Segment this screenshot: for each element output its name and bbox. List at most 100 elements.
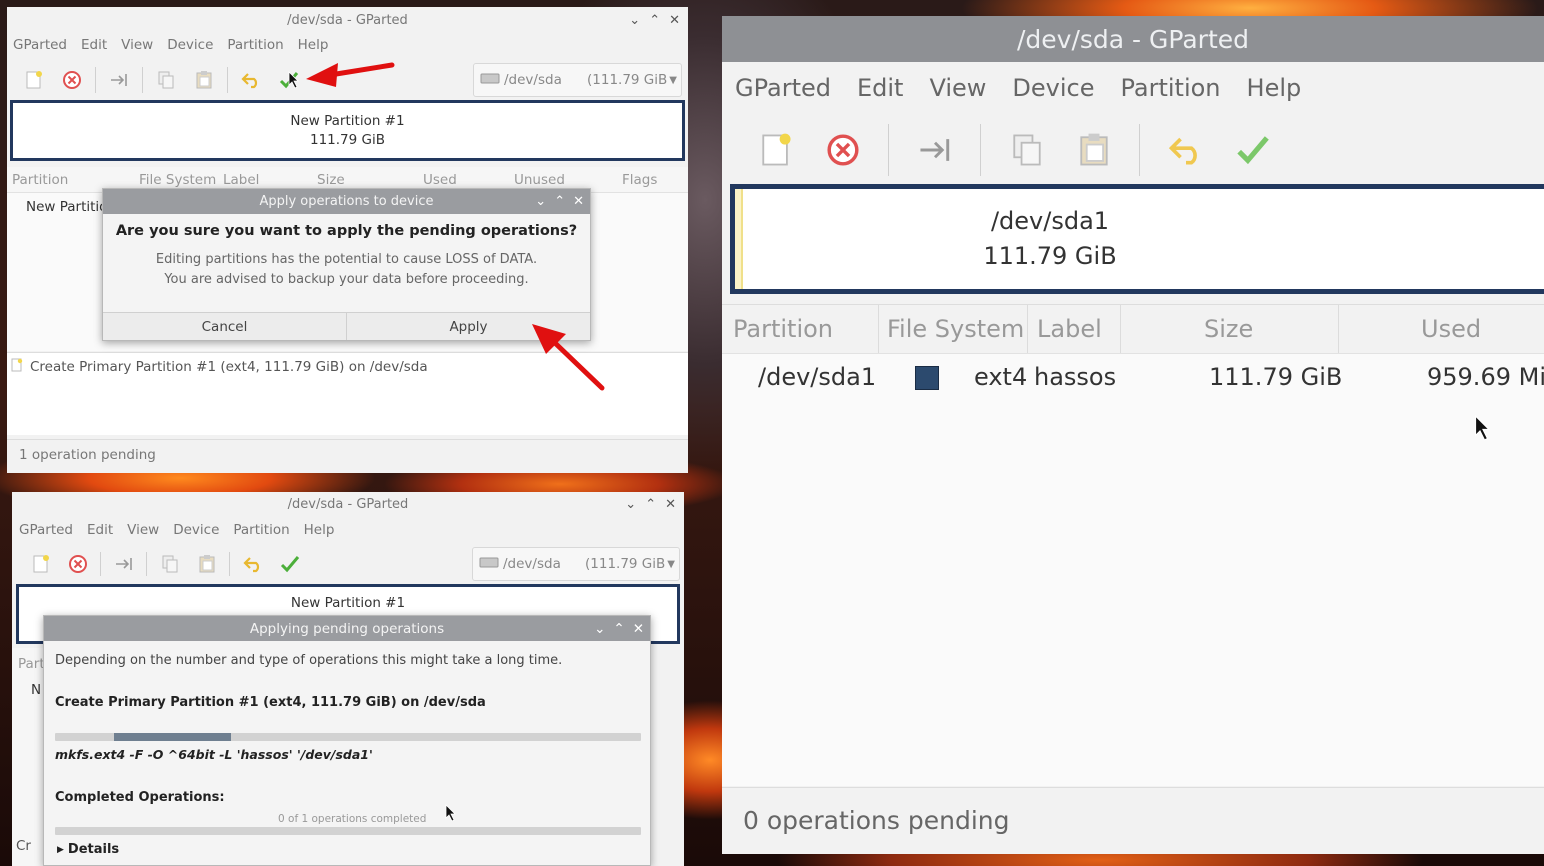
status-bar: 1 operation pending <box>7 439 688 469</box>
menu-partition[interactable]: Partition <box>227 37 283 53</box>
status-text: 0 operations pending <box>743 806 1010 835</box>
maximize-icon[interactable]: ⌃ <box>554 194 565 209</box>
window-title: /dev/sda - GParted <box>287 496 409 512</box>
device-selector[interactable]: /dev/sda (111.79 GiB ▼ <box>472 547 680 581</box>
partition-graph-used <box>735 189 743 289</box>
col-label[interactable]: Label <box>223 172 259 188</box>
toolbar-separator <box>146 552 147 576</box>
menu-edit[interactable]: Edit <box>87 522 113 538</box>
partition-list-header: Partition File System Label Size Used <box>722 304 1544 354</box>
col-label[interactable]: Label <box>1037 315 1102 343</box>
menu-edit[interactable]: Edit <box>81 37 107 53</box>
close-icon[interactable]: ✕ <box>665 497 676 512</box>
minimize-icon[interactable]: ⌄ <box>535 194 546 209</box>
col-flags[interactable]: Flags <box>622 172 657 188</box>
copy-icon[interactable] <box>151 550 188 578</box>
cursor-icon <box>1474 414 1492 446</box>
resize-icon[interactable] <box>901 125 968 175</box>
minimize-icon[interactable]: ⌄ <box>594 621 605 637</box>
apply-button[interactable]: Apply <box>346 313 590 340</box>
col-partition[interactable]: Partition <box>12 172 68 188</box>
delete-icon[interactable] <box>59 550 96 578</box>
col-file-system[interactable]: File System <box>139 172 216 188</box>
col-file-system[interactable]: File System <box>887 315 1024 343</box>
close-icon[interactable]: ✕ <box>669 13 680 28</box>
table-row[interactable]: /dev/sda1 ext4 hassos 111.79 GiB 959.69 … <box>722 354 1544 400</box>
device-selector[interactable]: /dev/sda (111.79 GiB ▼ <box>473 63 682 97</box>
dialog-body: Editing partitions has the potential to … <box>103 250 590 290</box>
menu-help[interactable]: Help <box>304 522 335 538</box>
delete-icon[interactable] <box>809 125 876 175</box>
paste-icon[interactable] <box>185 65 223 95</box>
copy-icon[interactable] <box>993 125 1060 175</box>
new-icon[interactable] <box>742 125 809 175</box>
partition-graph-name: New Partition #1 <box>290 595 406 611</box>
new-icon[interactable] <box>15 65 53 95</box>
apply-icon[interactable] <box>1219 125 1286 175</box>
resize-icon[interactable] <box>100 65 138 95</box>
menu-view[interactable]: View <box>127 522 159 538</box>
overall-progress-bar <box>55 827 641 835</box>
cancel-button[interactable]: Cancel <box>103 313 346 340</box>
row-partition: /dev/sda1 <box>758 363 877 391</box>
list-item[interactable]: Create Primary Partition #1 (ext4, 111.7… <box>7 353 688 376</box>
col-partition[interactable]: Partition <box>733 315 833 343</box>
operation-text: Create Primary Partition #1 (ext4, 111.7… <box>30 359 428 375</box>
toolbar-separator <box>229 552 230 576</box>
menu-partition[interactable]: Partition <box>233 522 289 538</box>
window-title: /dev/sda - GParted <box>287 12 408 28</box>
resize-icon[interactable] <box>105 550 142 578</box>
toolbar-separator <box>888 124 889 176</box>
chevron-down-icon: ▼ <box>669 74 677 86</box>
minimize-icon[interactable]: ⌄ <box>629 13 640 28</box>
partition-graph[interactable]: /dev/sda1 111.79 GiB <box>730 184 1544 294</box>
new-icon[interactable] <box>22 550 59 578</box>
menu-gparted[interactable]: GParted <box>19 522 73 538</box>
row-filesystem: ext4 <box>974 363 1028 391</box>
menu-help[interactable]: Help <box>1247 74 1302 102</box>
window-title: /dev/sda - GParted <box>1017 24 1249 54</box>
col-used[interactable]: Used <box>1421 315 1481 343</box>
partition-graph-name: New Partition #1 <box>290 112 405 129</box>
col-unused[interactable]: Unused <box>514 172 565 188</box>
menu-view[interactable]: View <box>929 74 986 102</box>
partition-graph-name: /dev/sda1 <box>990 207 1110 235</box>
menu-device[interactable]: Device <box>173 522 219 538</box>
intro-text: Depending on the number and type of oper… <box>55 653 563 668</box>
undo-icon[interactable] <box>234 550 271 578</box>
menu-help[interactable]: Help <box>298 37 329 53</box>
maximize-icon[interactable]: ⌃ <box>649 13 660 28</box>
undo-icon[interactable] <box>1152 125 1219 175</box>
menu-view[interactable]: View <box>121 37 153 53</box>
col-size[interactable]: Size <box>1204 315 1253 343</box>
undo-icon[interactable] <box>232 65 270 95</box>
menu-partition[interactable]: Partition <box>1121 74 1221 102</box>
menu-device[interactable]: Device <box>1012 74 1094 102</box>
menu-device[interactable]: Device <box>167 37 213 53</box>
maximize-icon[interactable]: ⌃ <box>613 621 624 637</box>
dialog-controls: ⌄ ⌃ ✕ <box>594 616 644 641</box>
paste-icon[interactable] <box>188 550 225 578</box>
col-used[interactable]: Used <box>423 172 457 188</box>
table-row[interactable]: New Partitio <box>26 199 107 215</box>
maximize-icon[interactable]: ⌃ <box>645 497 656 512</box>
operation-text: Cr <box>16 838 31 854</box>
toolbar: /dev/sda (111.79 GiB ▼ <box>12 544 684 584</box>
warning-line-1: Editing partitions has the potential to … <box>155 252 538 267</box>
minimize-icon[interactable]: ⌄ <box>625 497 636 512</box>
menu-gparted[interactable]: GParted <box>13 37 67 53</box>
copy-icon[interactable] <box>147 65 185 95</box>
close-icon[interactable]: ✕ <box>573 194 584 209</box>
partition-graph[interactable]: New Partition #1 111.79 GiB <box>10 100 685 161</box>
details-expander[interactable]: ▶ Details <box>57 842 119 857</box>
apply-icon[interactable] <box>271 550 308 578</box>
device-name: /dev/sda <box>504 72 562 88</box>
delete-icon[interactable] <box>53 65 91 95</box>
toolbar-separator <box>227 67 228 93</box>
menu-gparted[interactable]: GParted <box>735 74 831 102</box>
dialog-title: Applying pending operations <box>249 620 445 637</box>
menu-edit[interactable]: Edit <box>857 74 903 102</box>
col-size[interactable]: Size <box>317 172 345 188</box>
close-icon[interactable]: ✕ <box>633 621 644 637</box>
paste-icon[interactable] <box>1060 125 1127 175</box>
